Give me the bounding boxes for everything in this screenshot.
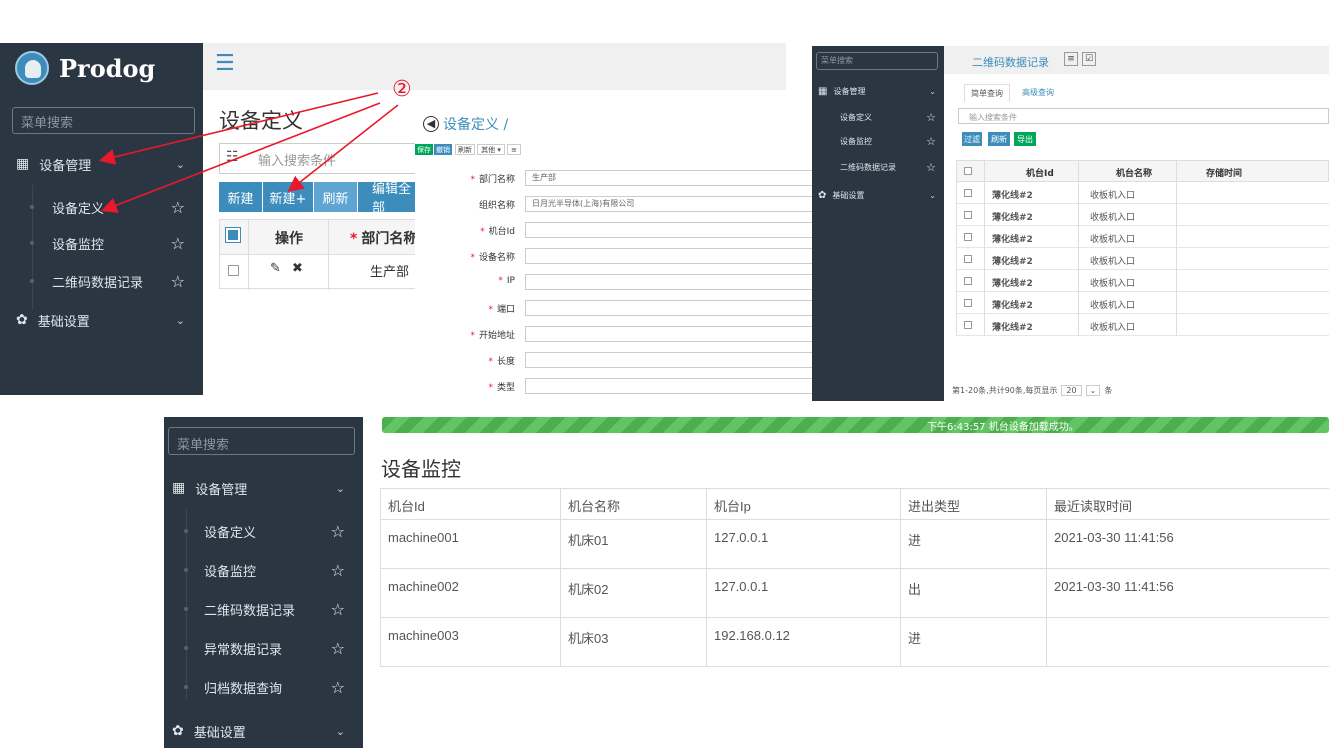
- annotation-arrows: [98, 92, 399, 213]
